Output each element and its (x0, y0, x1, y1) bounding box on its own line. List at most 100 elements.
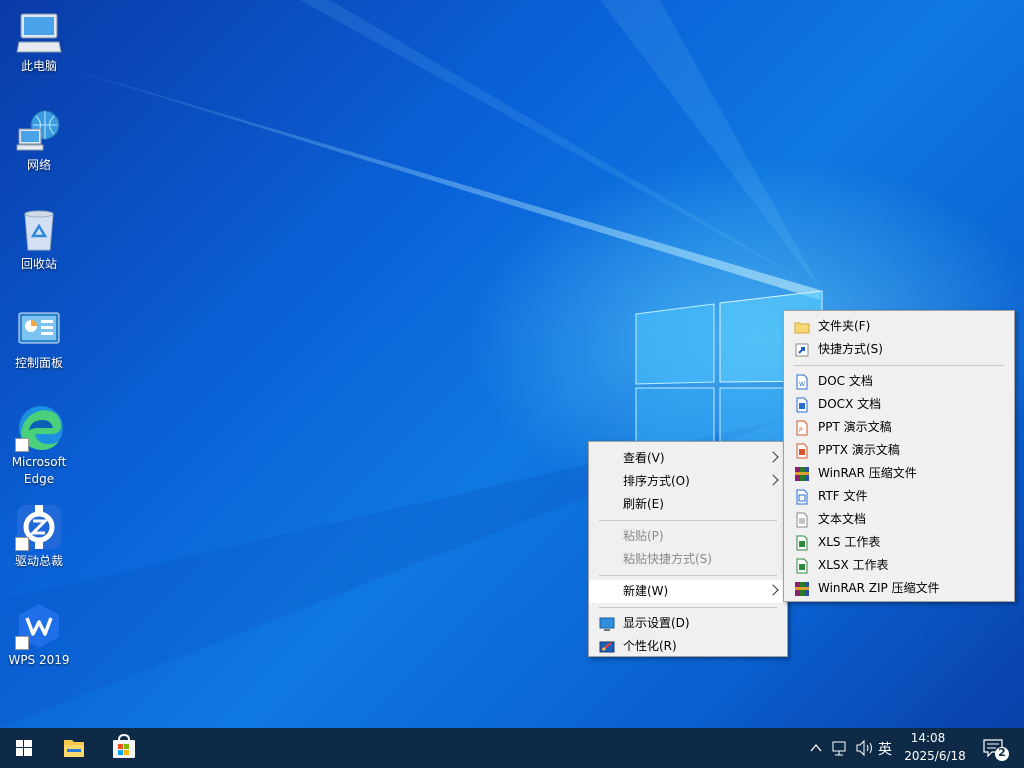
recycle-bin-icon (15, 206, 63, 254)
submenu-item-docx[interactable]: DOCX 文档 (784, 393, 1014, 416)
notification-center-button[interactable]: 2 (976, 728, 1016, 768)
menu-item-label: PPTX 演示文稿 (818, 443, 900, 457)
menu-item-label: 刷新(E) (623, 497, 664, 511)
network-icon (15, 107, 63, 155)
submenu-item-doc[interactable]: W DOC 文档 (784, 370, 1014, 393)
xls-icon (796, 535, 808, 551)
taskbar-store[interactable] (100, 728, 148, 768)
desktop-icon-label: 网络 (26, 158, 51, 172)
submenu-item-text-document[interactable]: 文本文档 (784, 508, 1014, 531)
menu-item-label: RTF 文件 (818, 489, 868, 503)
volume-icon (856, 739, 872, 757)
submenu-item-winrar[interactable]: WinRAR 压缩文件 (784, 462, 1014, 485)
submenu-item-shortcut[interactable]: 快捷方式(S) (784, 338, 1014, 361)
menu-item-view[interactable]: 查看(V) (589, 447, 787, 470)
menu-item-new[interactable]: 新建(W) (589, 580, 787, 603)
menu-item-label: 文本文档 (818, 512, 867, 526)
desktop-context-menu: 查看(V) 排序方式(O) 刷新(E) 粘贴(P) 粘贴快捷方式(S) 新建(W… (588, 441, 788, 657)
submenu-item-folder[interactable]: 文件夹(F) (784, 315, 1014, 338)
menu-item-refresh[interactable]: 刷新(E) (589, 493, 787, 516)
edge-icon (15, 404, 63, 452)
desktop-icon-this-pc[interactable]: 此电脑 (6, 8, 72, 75)
desktop-icon-wps[interactable]: WPS 2019 (6, 602, 72, 669)
desktop-icon-label: WPS 2019 (8, 653, 70, 667)
menu-item-personalize[interactable]: 个性化(R) (589, 635, 787, 658)
winrar-icon (795, 467, 809, 481)
new-submenu: 文件夹(F) 快捷方式(S) W DOC 文档 DOCX 文档 P PPT 演示… (783, 310, 1015, 602)
menu-item-label: PPT 演示文稿 (818, 420, 892, 434)
ppt-icon: P (796, 420, 808, 436)
doc-icon: W (796, 374, 808, 390)
submenu-item-ppt[interactable]: P PPT 演示文稿 (784, 416, 1014, 439)
menu-item-label: 粘贴(P) (623, 529, 664, 543)
desktop-icon-recycle-bin[interactable]: 回收站 (6, 206, 72, 273)
winrar-zip-icon (795, 582, 809, 596)
menu-item-label: 排序方式(O) (623, 474, 690, 488)
chevron-right-icon (767, 584, 779, 596)
menu-item-label: WinRAR 压缩文件 (818, 466, 917, 480)
tray-volume-button[interactable] (853, 728, 877, 768)
menu-item-label: 粘贴快捷方式(S) (623, 552, 712, 566)
desktop-icon-label: 此电脑 (20, 59, 57, 73)
desktop-icon-control-panel[interactable]: 控制面板 (6, 305, 72, 372)
notification-icon (983, 739, 1009, 761)
file-explorer-icon (64, 740, 84, 757)
submenu-item-xlsx[interactable]: XLSX 工作表 (784, 554, 1014, 577)
menu-item-label: DOCX 文档 (818, 397, 882, 411)
text-document-icon (796, 512, 808, 528)
shortcut-arrow-icon (15, 636, 29, 650)
chevron-up-icon (810, 743, 822, 752)
clock-date[interactable]: 2025/6/18 (900, 749, 970, 763)
desktop[interactable]: 此电脑 网络 回收站 控制面板 Microsoft Edge 驱动总裁 WPS … (0, 0, 1024, 728)
network-status-icon (832, 741, 846, 756)
desktop-icon-label: 驱动总裁 (14, 554, 63, 568)
driver-icon (15, 503, 63, 551)
submenu-item-rtf[interactable]: RTF 文件 (784, 485, 1014, 508)
taskbar-file-explorer[interactable] (50, 728, 98, 768)
start-button[interactable] (0, 728, 48, 768)
shortcut-arrow-icon (15, 537, 29, 551)
shortcut-icon (795, 343, 809, 357)
desktop-icon-label: Microsoft Edge (11, 455, 67, 486)
wps-icon (15, 602, 63, 650)
menu-item-paste-shortcut[interactable]: 粘贴快捷方式(S) (589, 548, 787, 571)
menu-item-sort[interactable]: 排序方式(O) (589, 470, 787, 493)
clock-time[interactable]: 14:08 (900, 731, 956, 745)
desktop-icon-network[interactable]: 网络 (6, 107, 72, 174)
computer-icon (15, 8, 63, 56)
pptx-icon (796, 443, 808, 459)
menu-separator (599, 575, 777, 576)
windows-start-icon (16, 740, 32, 756)
submenu-item-pptx[interactable]: PPTX 演示文稿 (784, 439, 1014, 462)
desktop-icon-driver[interactable]: 驱动总裁 (6, 503, 72, 570)
store-icon (113, 733, 135, 758)
shortcut-arrow-icon (15, 438, 29, 452)
submenu-item-xls[interactable]: XLS 工作表 (784, 531, 1014, 554)
menu-item-label: WinRAR ZIP 压缩文件 (818, 581, 940, 595)
rtf-icon (796, 489, 808, 505)
menu-separator (599, 607, 777, 608)
menu-item-label: 新建(W) (623, 584, 669, 598)
menu-item-paste[interactable]: 粘贴(P) (589, 525, 787, 548)
menu-item-display-settings[interactable]: 显示设置(D) (589, 612, 787, 635)
menu-item-label: 快捷方式(S) (818, 342, 883, 356)
menu-item-label: 个性化(R) (623, 639, 677, 653)
svg-text:P: P (799, 427, 803, 434)
ime-indicator[interactable]: 英 (878, 739, 892, 759)
menu-item-label: 显示设置(D) (623, 616, 690, 630)
display-settings-icon (599, 617, 615, 631)
tray-show-hidden-button[interactable] (806, 728, 826, 768)
desktop-icon-edge[interactable]: Microsoft Edge (6, 404, 72, 488)
svg-text:W: W (799, 381, 805, 388)
control-panel-icon (15, 305, 63, 353)
menu-item-label: XLS 工作表 (818, 535, 881, 549)
menu-separator (794, 365, 1004, 366)
desktop-icon-label: 控制面板 (14, 356, 63, 370)
menu-item-label: 文件夹(F) (818, 319, 871, 333)
chevron-right-icon (767, 451, 779, 463)
menu-item-label: DOC 文档 (818, 374, 873, 388)
taskbar: 英 14:08 2025/6/18 2 (0, 728, 1024, 768)
submenu-item-winrar-zip[interactable]: WinRAR ZIP 压缩文件 (784, 577, 1014, 600)
tray-network-button[interactable] (828, 728, 852, 768)
desktop-icon-label: 回收站 (20, 257, 57, 271)
